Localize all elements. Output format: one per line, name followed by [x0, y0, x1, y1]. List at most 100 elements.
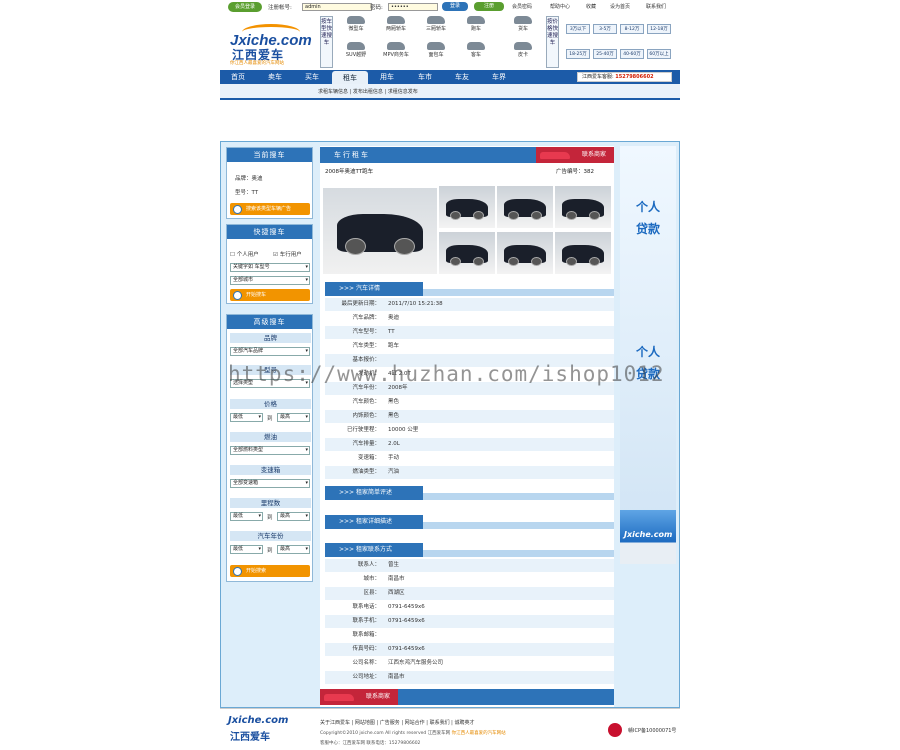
mileage-heading: 里程数 [230, 498, 311, 508]
car-type-label: 皮卡 [517, 52, 528, 58]
contact-value: 曾生 [388, 562, 400, 568]
thumb-photo[interactable] [439, 186, 495, 228]
footer-link[interactable]: 网站地图 [355, 720, 375, 726]
car-type-mini[interactable]: 微型车 [336, 16, 376, 36]
opt-personal[interactable]: ☐ 个人用户 [230, 250, 259, 258]
current-brand: 品牌：奥迪 [235, 176, 263, 182]
detail-key: 已行驶里程： [346, 427, 380, 433]
car-type-suv[interactable]: SUV越野 [336, 42, 376, 62]
car-image-icon [561, 244, 605, 267]
price-heading: 价格 [230, 399, 311, 409]
contact-value: 0791-6459x6 [388, 646, 425, 652]
detail-row: 汽车颜色： 黑色 [325, 396, 614, 409]
detail-row: 汽车型号： TT [325, 326, 614, 339]
price-range-button[interactable]: 60万以上 [647, 49, 671, 59]
detail-row: 汽车类型： 跑车 [325, 340, 614, 353]
login-button[interactable]: 登录 [442, 2, 468, 11]
section-long-description-title: >>> 租家详细描述 [325, 515, 423, 529]
car-type-sedan[interactable]: 三厢轿车 [416, 16, 456, 36]
car-type-mpv[interactable]: MPV商务车 [376, 42, 416, 62]
search-same-type-button[interactable]: 搜索该类型车辆广告 [230, 203, 310, 215]
detail-key: 燃油类型： [352, 469, 380, 475]
contact-row: 传真号码： 0791-6459x6 [325, 643, 614, 656]
city-select[interactable]: 全部城市 [230, 276, 310, 285]
fuel-select[interactable]: 全部燃料类型 [230, 446, 310, 455]
password-input[interactable]: •••••• [388, 3, 438, 11]
main-car-photo[interactable] [323, 188, 437, 274]
footer-links: 关于江西爱车 | 网站地图 | 广告服务 | 网站合作 | 联系我们 | 诚聘英… [320, 720, 475, 726]
footer-logo-en[interactable]: Jxiche.com [228, 715, 288, 726]
detail-value: 手动 [388, 455, 400, 461]
footer-link[interactable]: 关于江西爱车 [320, 720, 350, 726]
car-type-label: 微型车 [348, 26, 364, 32]
car-type-label: 货车 [517, 26, 528, 32]
footer-icp[interactable]: 赣ICP备10000071号 [628, 727, 676, 734]
price-low-select[interactable]: 最低 [230, 413, 263, 422]
price-range-button[interactable]: 40-60万 [620, 49, 644, 59]
price-range-button[interactable]: 3-5万 [593, 24, 617, 34]
nav-buy[interactable]: 买车 [294, 70, 330, 84]
nav-use[interactable]: 用车 [369, 70, 405, 84]
detail-value: 奥迪 [388, 315, 400, 321]
car-type-pickup[interactable]: 皮卡 [503, 42, 543, 62]
price-range-button[interactable]: 8-12万 [620, 24, 644, 34]
detail-row: 最后更新日期： 2011/7/10 15:21:38 [325, 298, 614, 311]
thumb-photo[interactable] [439, 232, 495, 274]
mileage-high-select[interactable]: 最高 [277, 512, 310, 521]
price-range-button[interactable]: 25-40万 [593, 49, 617, 59]
price-to-label: 到 [267, 416, 273, 422]
nav-rent[interactable]: 租车 [332, 71, 368, 84]
price-high-select[interactable]: 最高 [277, 413, 310, 422]
contact-key: 公司地址： [352, 674, 380, 680]
current-model: 型号：TT [235, 190, 259, 196]
register-button[interactable]: 注册 [474, 2, 504, 11]
thumb-photo[interactable] [497, 186, 553, 228]
nav-market[interactable]: 车市 [407, 70, 443, 84]
username-input[interactable]: admin [302, 3, 372, 11]
mileage-low-select[interactable]: 最低 [230, 512, 263, 521]
footer-link[interactable]: 网站合作 [405, 720, 425, 726]
contact-row: 联系电话： 0791-6459x6 [325, 601, 614, 614]
car-type-hatchback[interactable]: 两厢轿车 [376, 16, 416, 36]
price-range-button[interactable]: 3万以下 [566, 24, 590, 34]
year-low-select[interactable]: 最低 [230, 545, 263, 554]
keyword-input[interactable]: 关键字如 车型号 [230, 263, 310, 272]
year-high-select[interactable]: 最高 [277, 545, 310, 554]
car-type-sports[interactable]: 跑车 [456, 16, 496, 36]
nav-world[interactable]: 车界 [481, 70, 517, 84]
footer-link[interactable]: 广告服务 [380, 720, 400, 726]
gearbox-select[interactable]: 全部变速箱 [230, 479, 310, 488]
thumb-photo[interactable] [555, 232, 611, 274]
opt-dealer[interactable]: ☑ 车行用户 [273, 250, 302, 258]
price-range-button[interactable]: 12-18万 [647, 24, 671, 34]
van-icon [427, 42, 445, 50]
car-type-van[interactable]: 面包车 [416, 42, 456, 62]
detail-row: 汽车排量： 2.0L [325, 438, 614, 451]
bottom-contact-dealer-button[interactable]: 联系商家 [320, 689, 398, 705]
start-search-button[interactable]: 开始搜车 [230, 289, 310, 301]
nav-friends[interactable]: 车友 [444, 70, 480, 84]
nav-home[interactable]: 首页 [220, 70, 256, 84]
top-link-homepage[interactable]: 设为首页 [610, 3, 630, 10]
advanced-search-button[interactable]: 开始搜索 [230, 565, 310, 577]
thumb-photo[interactable] [555, 186, 611, 228]
top-link-contact[interactable]: 联系我们 [646, 3, 666, 10]
top-link-password[interactable]: 会员密码 [512, 3, 532, 10]
contact-dealer-button[interactable]: 联系商家 [536, 147, 614, 163]
car-type-bus[interactable]: 客车 [456, 42, 496, 62]
car-type-truck[interactable]: 货车 [503, 16, 543, 36]
detail-row: 变速箱： 手动 [325, 452, 614, 465]
footer-link[interactable]: 联系我们 [430, 720, 450, 726]
footer-service-line: 客服中心：江西爱车网 联系电话：15279806602 [320, 741, 421, 746]
footer-link[interactable]: 诚聘英才 [454, 720, 474, 726]
sub-nav[interactable]: 求租车辆信息 | 发布出租信息 | 求租信息发布 [220, 84, 680, 100]
footer-logo-cn[interactable]: 江西爱车 [230, 728, 270, 743]
brand-select[interactable]: 全部汽车品牌 [230, 347, 310, 356]
right-ad-banner[interactable]: 个人贷款 个人贷款 Jxiche.com [620, 146, 676, 564]
top-link-favorite[interactable]: 收藏 [586, 3, 596, 10]
thumb-photo[interactable] [497, 232, 553, 274]
nav-sell[interactable]: 卖车 [257, 70, 293, 84]
top-link-help[interactable]: 帮助中心 [550, 3, 570, 10]
price-range-button[interactable]: 18-25万 [566, 49, 590, 59]
member-login-badge[interactable]: 会员登录 [228, 2, 262, 12]
